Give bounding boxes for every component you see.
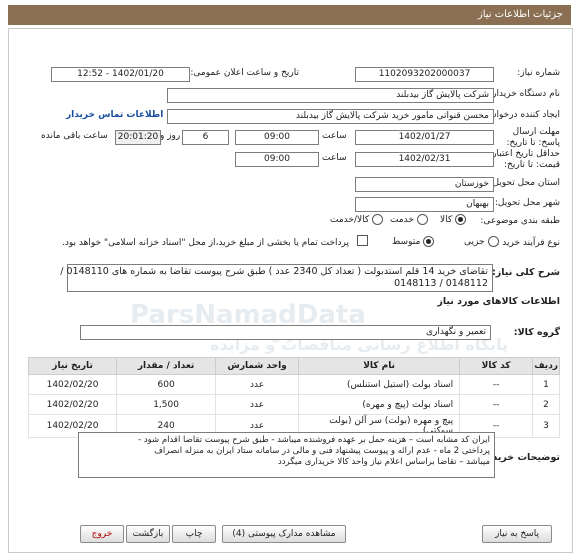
cell-row-number: 3 [532, 414, 560, 438]
category-option-service[interactable]: خدمت [390, 214, 428, 225]
validity-time-label: ساعت [322, 153, 347, 163]
radio-icon [455, 214, 467, 225]
need-number-label: شماره نیاز: [517, 68, 560, 78]
cell-item-code: -- [459, 394, 534, 415]
exit-button[interactable]: خروج [80, 525, 124, 543]
category-option-goods-service[interactable]: کالا/خدمت [330, 214, 384, 225]
general-desc-line: تقاضای خرید 14 قلم استدبولت ( تعداد کل 2… [60, 266, 488, 277]
title-bar: جزئیات اطلاعات نیاز [8, 5, 571, 25]
col-unit: واحد شمارش [215, 357, 300, 375]
cell-row-number: 1 [532, 374, 560, 395]
goods-table: ردیف کد کالا نام کالا واحد شمارش تعداد /… [27, 357, 560, 438]
delivery-province-label: استان محل تحویل: [489, 178, 560, 188]
table-header-row: ردیف کد کالا نام کالا واحد شمارش تعداد /… [27, 357, 560, 375]
payment-note: پرداخت تمام یا بخشی از مبلغ خرید،از محل … [62, 238, 350, 248]
cell-row-number: 2 [532, 394, 560, 415]
view-attachments-button[interactable]: مشاهده مدارک پیوستی (4) [222, 525, 346, 543]
cell-unit: عدد [215, 394, 300, 415]
general-desc-line: 0148112 / 0148113 [394, 278, 488, 289]
announce-datetime-label: تاریخ و ساعت اعلان عمومی: [190, 68, 299, 78]
reply-deadline-label: مهلت ارسال پاسخ: تا تاریخ: [506, 127, 560, 148]
validity-date-field: 1402/02/31 [355, 152, 494, 167]
buyer-org-label: نام دستگاه خریدار: [489, 89, 560, 99]
goods-group-field: تعمیر و نگهداری [80, 325, 491, 340]
general-desc-box: تقاضای خرید 14 قلم استدبولت ( تعداد کل 2… [60, 264, 493, 292]
treasury-payment-checkbox[interactable] [357, 235, 368, 246]
reply-button[interactable]: پاسخ به نیاز [482, 525, 552, 543]
radio-icon [416, 214, 428, 225]
delivery-city-label: شهر محل تحویل: [494, 198, 560, 208]
buyer-notes-line: ایران کد مشابه است – هزینه حمل بر عهده ف… [138, 435, 490, 445]
table-row: 1 -- اسناد بولت (استیل استنلس) عدد 600 1… [27, 374, 560, 395]
remaining-label: ساعت باقی مانده [41, 131, 108, 141]
need-number-field: 1102093202000037 [355, 67, 494, 82]
cell-item-code: -- [459, 374, 534, 395]
cell-unit: عدد [215, 374, 300, 395]
category-label: طبقه بندی موضوعی: [480, 216, 560, 226]
reply-time-field: 09:00 [235, 130, 319, 145]
day-and-label: روز و [160, 131, 181, 141]
print-button[interactable]: چاپ [172, 525, 216, 543]
radio-icon [423, 236, 435, 247]
cell-item-name: اسناد بولت (استیل استنلس) [298, 374, 461, 395]
table-row: 2 -- اسناد بولت (پیچ و مهره) عدد 1,500 1… [27, 394, 560, 415]
min-validity-label: حداقل تاریخ اعتبار قیمت: تا تاریخ: [492, 149, 560, 170]
validity-time-field: 09:00 [235, 152, 319, 167]
process-option-medium[interactable]: متوسط [392, 236, 435, 247]
cell-item-name: اسناد بولت (پیچ و مهره) [298, 394, 461, 415]
cell-quantity: 1,500 [116, 394, 217, 415]
cell-quantity: 600 [116, 374, 217, 395]
radio-icon [372, 214, 384, 225]
buyer-notes-line: میباشد – تقاضا براساس اعلام نیاز واحد کا… [277, 457, 490, 467]
reply-time-label: ساعت [322, 131, 347, 141]
time-left-field: 20:01:20 [115, 130, 161, 145]
requester-field: محسن قنواتی مامور خرید شرکت پالایش گاز ب… [167, 109, 494, 124]
reply-date-field: 1402/01/27 [355, 130, 494, 145]
buyer-org-field: شرکت پالایش گاز بیدبلند [167, 88, 494, 103]
col-item-code: کد کالا [459, 357, 534, 375]
cell-need-date: 1402/02/20 [27, 394, 118, 415]
title-bar-text: جزئیات اطلاعات نیاز [477, 9, 563, 20]
days-left-field: 6 [182, 130, 229, 145]
goods-info-heading: اطلاعات کالاهای مورد نیاز [437, 296, 560, 307]
announce-datetime-field: 1402/01/20 - 12:52 [51, 67, 190, 82]
col-row-number: ردیف [532, 357, 560, 375]
category-option-goods[interactable]: کالا [440, 214, 467, 225]
buyer-notes-line: پرداختی 2 ماه - عدم ارائه و پیوست پیشنها… [154, 446, 490, 456]
province-field: خوزستان [355, 177, 494, 192]
col-item-name: نام کالا [298, 357, 461, 375]
process-option-minor[interactable]: جزیی [464, 236, 499, 247]
general-desc-label: شرح کلی نیاز: [491, 267, 560, 278]
cell-need-date: 1402/02/20 [27, 374, 118, 395]
city-field: بهبهان [355, 197, 494, 212]
col-need-date: تاریخ نیاز [27, 357, 118, 375]
process-type-label: نوع فرآیند خرید : [496, 238, 560, 248]
col-quantity: تعداد / مقدار [116, 357, 217, 375]
back-button[interactable]: بازگشت [126, 525, 170, 543]
buyer-contact-link[interactable]: اطلاعات تماس خریدار [66, 110, 163, 120]
goods-group-label: گروه کالا: [513, 327, 560, 338]
buyer-notes-box: ایران کد مشابه است – هزینه حمل بر عهده ف… [78, 432, 495, 478]
radio-icon [487, 236, 499, 247]
